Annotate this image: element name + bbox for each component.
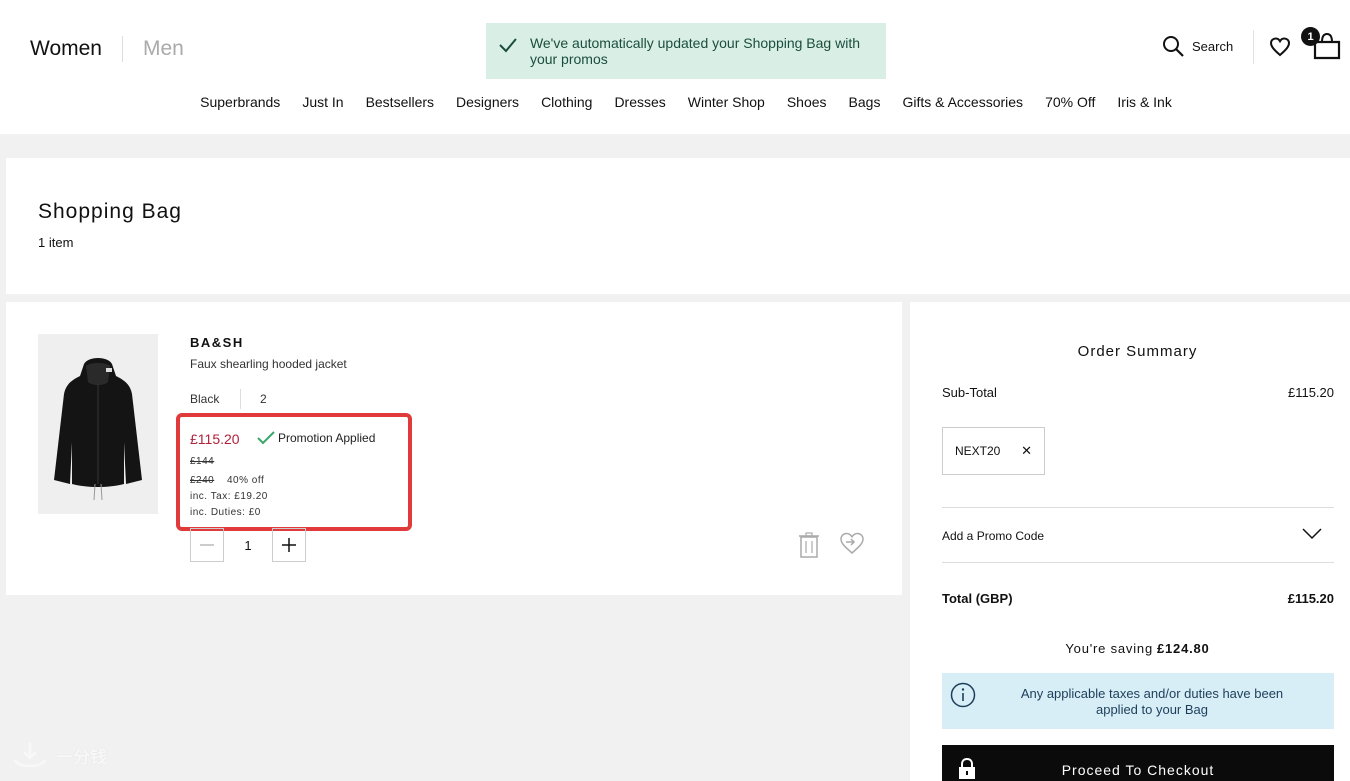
nav-item-winter-shop[interactable]: Winter Shop <box>688 94 765 110</box>
remove-code-icon[interactable]: ✕ <box>1021 443 1032 459</box>
gender-divider <box>121 36 123 62</box>
toast-message: We've automatically updated your Shoppin… <box>529 35 860 67</box>
was-price: £144 <box>190 456 215 467</box>
order-summary: Order Summary Sub-Total £115.20 NEXT20 ✕… <box>910 302 1350 781</box>
summary-title: Order Summary <box>1077 343 1198 360</box>
watermark: 一分钱 <box>12 740 107 770</box>
total-value: £115.20 <box>1287 591 1334 606</box>
total-label: Total (GBP) <box>942 591 1013 606</box>
product-size: 2 <box>260 392 267 406</box>
nav-item-bags[interactable]: Bags <box>849 94 881 110</box>
search-button[interactable]: Search <box>1162 35 1233 57</box>
product-name[interactable]: Faux shearling hooded jacket <box>190 357 347 371</box>
product-color: Black <box>190 392 220 406</box>
quantity-value[interactable]: 1 <box>224 528 272 562</box>
promo-code-text: NEXT20 <box>955 444 1001 458</box>
minus-icon <box>200 544 214 546</box>
move-to-wishlist-icon[interactable] <box>839 531 865 555</box>
product-image[interactable] <box>38 334 158 514</box>
search-icon <box>1163 36 1184 57</box>
quantity-decrease-button[interactable] <box>190 528 224 562</box>
jacket-image <box>38 334 158 514</box>
nav-item-70-off[interactable]: 70% Off <box>1045 94 1095 110</box>
item-count: 1 item <box>38 235 74 250</box>
applied-promo-code: NEXT20 ✕ <box>942 427 1045 475</box>
gender-switch: Women Men <box>30 36 184 62</box>
nav-item-shoes[interactable]: Shoes <box>787 94 827 110</box>
current-price: £115.20 <box>190 431 240 447</box>
saving-value: £124.80 <box>1156 641 1210 656</box>
promotion-applied: Promotion Applied <box>257 431 375 445</box>
subtotal-value: £115.20 <box>1287 385 1334 400</box>
tax-info-banner: Any applicable taxes and/or duties have … <box>942 673 1334 729</box>
tab-men[interactable]: Men <box>143 37 184 61</box>
watermark-logo-icon <box>13 742 47 768</box>
duties-info: inc. Duties: £0 <box>190 507 261 518</box>
tax-info: inc. Tax: £19.20 <box>190 491 268 502</box>
quantity-increase-button[interactable] <box>272 528 306 562</box>
divider <box>942 507 1334 508</box>
header-divider <box>1253 30 1254 64</box>
site-header: Women Men We've automatically updated yo… <box>0 0 1350 134</box>
add-promo-code-toggle[interactable]: Add a Promo Code <box>942 529 1044 543</box>
bag-header: Shopping Bag 1 item <box>6 158 1350 294</box>
proceed-to-checkout-button[interactable]: Proceed To Checkout <box>942 745 1334 781</box>
plus-icon <box>282 538 296 552</box>
nav-item-clothing[interactable]: Clothing <box>541 94 592 110</box>
main-nav: Superbrands Just In Bestsellers Designer… <box>0 94 1350 110</box>
nav-item-bestsellers[interactable]: Bestsellers <box>366 94 434 110</box>
saving-label: You're saving <box>1065 641 1153 656</box>
saving-line: You're saving £124.80 <box>910 641 1350 656</box>
nav-item-designers[interactable]: Designers <box>456 94 519 110</box>
nav-item-just-in[interactable]: Just In <box>302 94 343 110</box>
promotion-label: Promotion Applied <box>278 431 376 445</box>
attr-divider <box>240 389 241 409</box>
trash-icon[interactable] <box>798 531 820 559</box>
watermark-text: 一分钱 <box>56 747 107 767</box>
bag-count-badge: 1 <box>1301 27 1320 46</box>
bag-item: BA&SH Faux shearling hooded jacket Black… <box>6 302 902 595</box>
original-price: £240 <box>190 475 215 486</box>
check-icon <box>257 431 275 445</box>
percent-off: 40% off <box>227 475 265 486</box>
nav-item-dresses[interactable]: Dresses <box>614 94 665 110</box>
divider <box>942 562 1334 563</box>
tab-women[interactable]: Women <box>30 37 102 61</box>
nav-item-iris-ink[interactable]: Iris & Ink <box>1117 94 1171 110</box>
nav-item-superbrands[interactable]: Superbrands <box>200 94 280 110</box>
subtotal-label: Sub-Total <box>942 385 997 400</box>
promo-toast: We've automatically updated your Shoppin… <box>486 23 886 79</box>
chevron-down-icon[interactable] <box>1302 528 1322 540</box>
checkout-label: Proceed To Checkout <box>1061 762 1215 778</box>
nav-item-gifts-accessories[interactable]: Gifts & Accessories <box>902 94 1023 110</box>
wishlist-heart-icon[interactable] <box>1269 36 1291 58</box>
info-message: Any applicable taxes and/or duties have … <box>1020 686 1284 717</box>
info-icon <box>950 682 976 708</box>
search-label: Search <box>1192 38 1234 54</box>
product-brand[interactable]: BA&SH <box>190 335 244 350</box>
check-icon <box>499 38 517 53</box>
page-title: Shopping Bag <box>38 200 182 223</box>
